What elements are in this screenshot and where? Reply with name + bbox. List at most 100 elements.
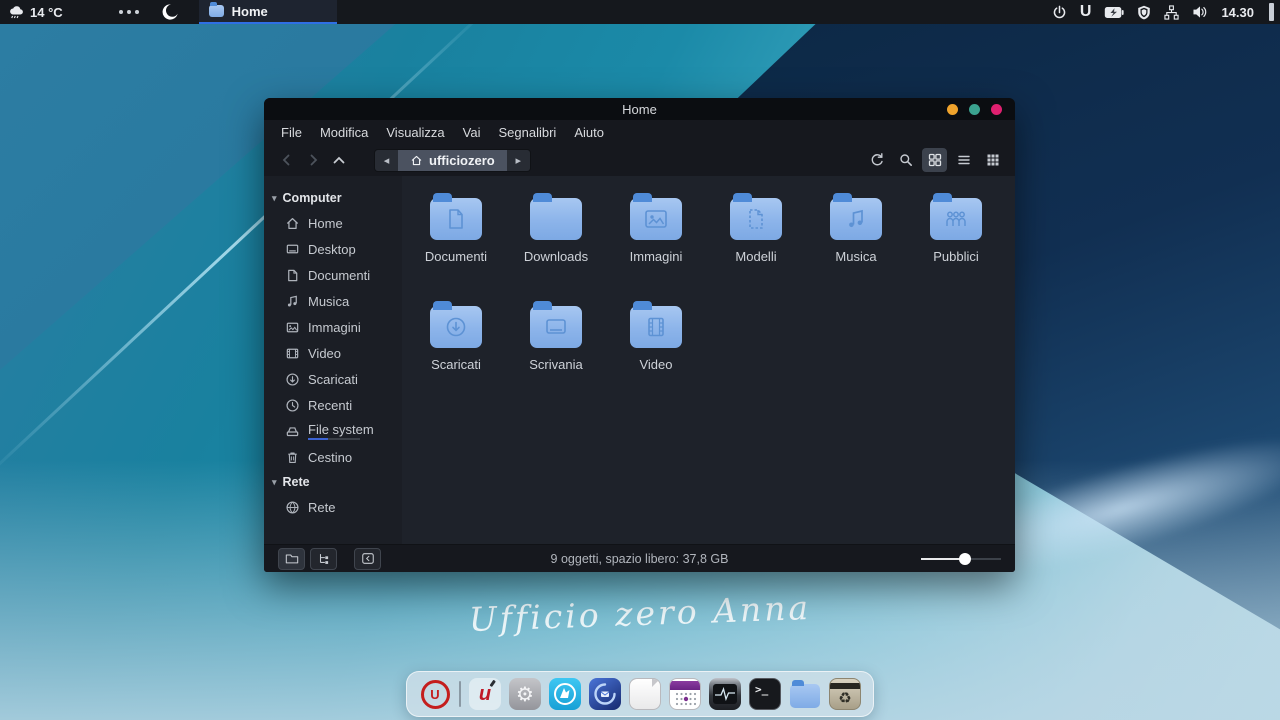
sidebar-item-recenti[interactable]: Recenti xyxy=(264,392,402,418)
sidebar-item-cestino[interactable]: Cestino xyxy=(264,444,402,470)
shield-icon[interactable] xyxy=(1137,5,1151,20)
home-icon xyxy=(285,216,300,231)
toolbar: ◂ ufficiozero ▸ xyxy=(264,144,1015,176)
titlebar[interactable]: Home xyxy=(264,98,1015,120)
dock-calendar[interactable] xyxy=(669,678,701,710)
folder-musica[interactable]: Musica xyxy=(806,184,906,292)
sidebar-section-rete[interactable]: ▾ Rete xyxy=(264,470,402,494)
list-view-button[interactable] xyxy=(951,148,976,172)
menu-aiuto[interactable]: Aiuto xyxy=(565,120,613,144)
folder-icon xyxy=(209,5,224,17)
power-icon[interactable] xyxy=(1052,5,1067,20)
show-desktop-button[interactable] xyxy=(1269,3,1274,21)
folder-icon xyxy=(430,198,482,240)
close-button[interactable] xyxy=(991,104,1002,115)
menu-visualizza[interactable]: Visualizza xyxy=(377,120,453,144)
dock-trash[interactable]: ♻ xyxy=(829,678,861,710)
sidebar-item-rete[interactable]: Rete xyxy=(264,494,402,520)
dock-text-editor[interactable] xyxy=(629,678,661,710)
sidebar-item-documenti[interactable]: Documenti xyxy=(264,262,402,288)
path-bar: ◂ ufficiozero ▸ xyxy=(374,149,531,172)
folder-icon xyxy=(630,198,682,240)
image-icon xyxy=(285,320,300,335)
folder-video[interactable]: Video xyxy=(606,292,706,400)
folder-documenti[interactable]: Documenti xyxy=(406,184,506,292)
dock-librewolf-browser[interactable] xyxy=(549,678,581,710)
slider-knob[interactable] xyxy=(959,553,971,565)
night-mode-icon[interactable] xyxy=(161,3,179,21)
back-button[interactable] xyxy=(274,148,300,172)
sidebar-section-computer[interactable]: ▾ Computer xyxy=(264,186,402,210)
sidebar-item-musica[interactable]: Musica xyxy=(264,288,402,314)
dock-system-monitor[interactable] xyxy=(709,678,741,710)
zoom-slider[interactable] xyxy=(921,553,1001,565)
ufficiozero-logo-icon: U xyxy=(421,680,450,709)
document-icon xyxy=(285,268,300,283)
dock-thunderbird-mail[interactable] xyxy=(589,678,621,710)
drive-icon xyxy=(285,424,300,439)
folder-icon xyxy=(630,306,682,348)
menu-segnalibri[interactable]: Segnalibri xyxy=(490,120,566,144)
folder-immagini[interactable]: Immagini xyxy=(606,184,706,292)
rain-cloud-icon xyxy=(8,4,25,21)
path-segment-home[interactable]: ufficiozero xyxy=(398,150,507,171)
page-fold-icon xyxy=(652,678,661,687)
librewolf-icon xyxy=(552,681,578,707)
sidebar-item-home[interactable]: Home xyxy=(264,210,402,236)
folder-pubblici[interactable]: Pubblici xyxy=(906,184,1006,292)
folder-scrivania[interactable]: Scrivania xyxy=(506,292,606,400)
network-icon[interactable] xyxy=(1164,5,1179,20)
folder-icon xyxy=(730,198,782,240)
system-tray: U 14.30 xyxy=(1052,3,1280,21)
panel-menu-dots[interactable] xyxy=(119,10,139,14)
menu-vai[interactable]: Vai xyxy=(454,120,490,144)
top-panel: 14 °C Home U xyxy=(0,0,1280,24)
menu-modifica[interactable]: Modifica xyxy=(311,120,377,144)
sidebar-item-desktop[interactable]: Desktop xyxy=(264,236,402,262)
oscilloscope-icon xyxy=(713,684,737,704)
icon-view-button[interactable] xyxy=(922,148,947,172)
compact-view-button[interactable] xyxy=(980,148,1005,172)
reload-button[interactable] xyxy=(864,148,889,172)
path-scroll-left-icon[interactable]: ◂ xyxy=(375,150,398,171)
folder-icon xyxy=(790,684,820,708)
task-button-label: Home xyxy=(232,4,268,19)
recycle-icon: ♻ xyxy=(838,691,851,706)
status-text: 9 oggetti, spazio libero: 37,8 GB xyxy=(264,552,1015,566)
dock: U u ⚙ >_ xyxy=(406,671,874,717)
folder-scaricati[interactable]: Scaricati xyxy=(406,292,506,400)
folder-modelli[interactable]: Modelli xyxy=(706,184,806,292)
maximize-button[interactable] xyxy=(969,104,980,115)
menubar: File Modifica Visualizza Vai Segnalibri … xyxy=(264,120,1015,144)
dock-uapps[interactable]: u xyxy=(469,678,501,710)
path-scroll-right-icon[interactable]: ▸ xyxy=(507,150,530,171)
dock-file-manager[interactable] xyxy=(789,678,821,710)
folder-icon xyxy=(530,306,582,348)
folder-downloads[interactable]: Downloads xyxy=(506,184,606,292)
panel-clock[interactable]: 14.30 xyxy=(1221,5,1254,20)
search-button[interactable] xyxy=(893,148,918,172)
menu-file[interactable]: File xyxy=(272,120,311,144)
minimize-button[interactable] xyxy=(947,104,958,115)
forward-button[interactable] xyxy=(300,148,326,172)
weather-temp: 14 °C xyxy=(30,5,63,20)
taskbar-window-button[interactable]: Home xyxy=(199,0,337,24)
trash-icon xyxy=(285,450,300,465)
sidebar-item-scaricati[interactable]: Scaricati xyxy=(264,366,402,392)
music-icon xyxy=(285,294,300,309)
sidebar-item-immagini[interactable]: Immagini xyxy=(264,314,402,340)
volume-icon[interactable] xyxy=(1192,5,1208,19)
clock-icon xyxy=(285,398,300,413)
file-view[interactable]: Documenti Downloads Immagini Modell xyxy=(402,176,1015,544)
up-button[interactable] xyxy=(326,148,352,172)
dock-settings[interactable]: ⚙ xyxy=(509,678,541,710)
ufficiozero-tray-icon[interactable]: U xyxy=(1080,4,1092,20)
weather-widget[interactable]: 14 °C xyxy=(0,4,63,21)
folder-icon xyxy=(830,198,882,240)
battery-icon[interactable] xyxy=(1104,6,1124,19)
sidebar-item-file-system[interactable]: File system xyxy=(264,418,402,444)
folder-icon xyxy=(430,306,482,348)
dock-terminal[interactable]: >_ xyxy=(749,678,781,710)
sidebar-item-video[interactable]: Video xyxy=(264,340,402,366)
dock-ufficiozero-logo[interactable]: U xyxy=(419,678,451,710)
